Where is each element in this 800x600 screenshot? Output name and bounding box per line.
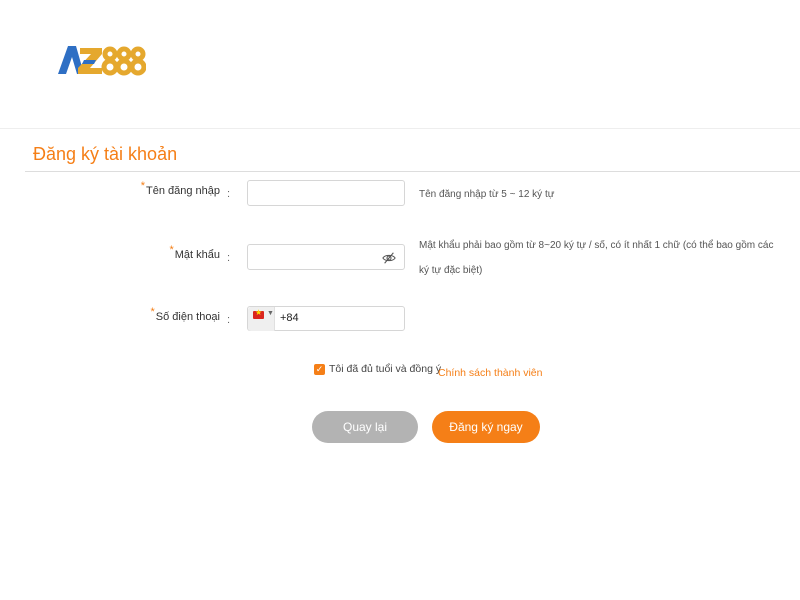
username-hint: Tên đăng nhập từ 5 ~ 12 ký tự [419, 189, 555, 200]
phone-label-text: Số điện thoại [155, 311, 220, 323]
agree-text: Tôi đã đủ tuổi và đồng ý [329, 363, 442, 375]
page-title: Đăng ký tài khoản [33, 144, 178, 164]
password-hint-line1: Mật khẩu phải bao gồm từ 8~20 ký tự / số… [419, 240, 774, 251]
phone-label: *Số điện thoại [151, 306, 221, 323]
register-button[interactable]: Đăng ký ngay [432, 411, 540, 443]
vietnam-flag-icon [253, 308, 264, 319]
username-input[interactable] [247, 180, 405, 206]
country-selector[interactable]: ▼ [248, 307, 275, 331]
phone-input[interactable]: ▼ +84 [247, 306, 405, 331]
required-mark: * [150, 306, 155, 318]
password-colon: : [227, 252, 231, 264]
agree-checkbox[interactable]: ✓ [314, 364, 325, 375]
required-mark: * [169, 244, 174, 256]
header-divider [0, 128, 800, 129]
password-hint-line2: ký tự đặc biệt) [419, 265, 483, 276]
username-label-text: Tên đăng nhập [145, 185, 220, 197]
username-label: *Tên đăng nhập [141, 180, 220, 197]
az888-logo [58, 46, 146, 76]
password-field[interactable] [247, 244, 405, 270]
password-label: *Mật khẩu [169, 244, 220, 261]
member-policy-link[interactable]: Chính sách thành viên [438, 367, 543, 379]
required-mark: * [140, 180, 145, 192]
title-divider [25, 171, 800, 172]
back-button[interactable]: Quay lại [312, 411, 418, 443]
eye-off-icon[interactable] [382, 251, 396, 265]
country-code: +84 [280, 312, 299, 324]
password-label-text: Mật khẩu [174, 249, 220, 261]
phone-colon: : [227, 314, 231, 326]
username-colon: : [227, 188, 231, 200]
caret-down-icon: ▼ [267, 310, 274, 317]
